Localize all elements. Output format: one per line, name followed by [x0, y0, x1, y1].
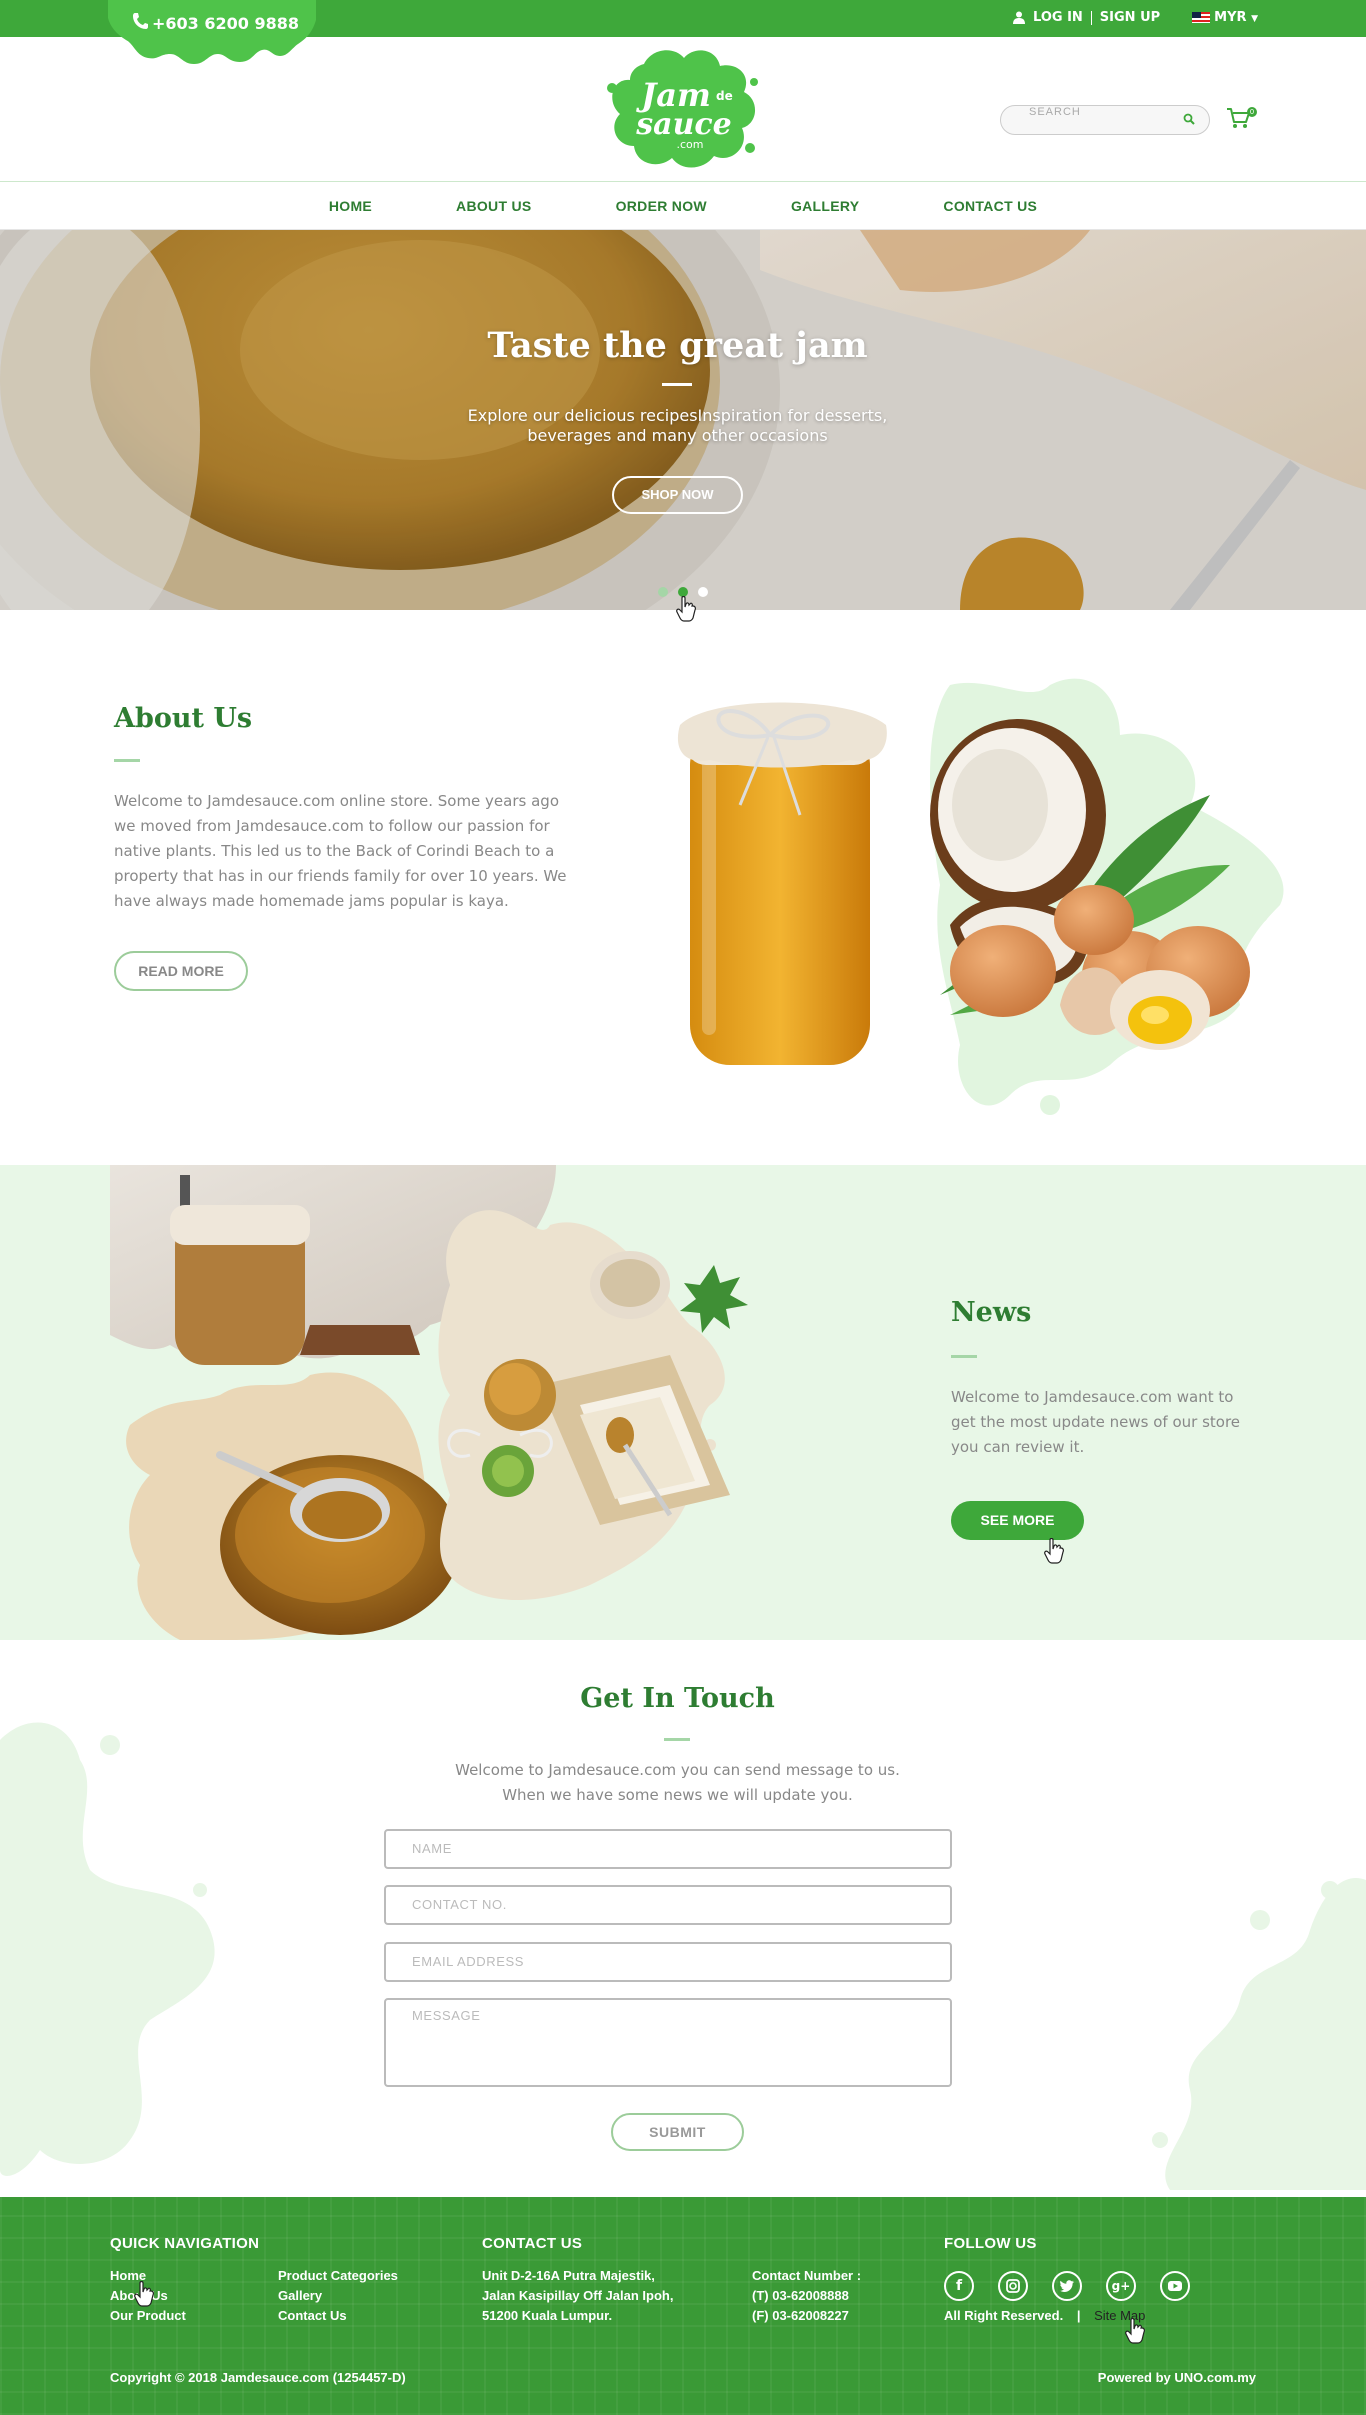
footer-link-contact[interactable]: Contact Us [278, 2306, 347, 2326]
youtube-icon[interactable] [1160, 2271, 1190, 2301]
shop-now-button[interactable]: SHOP NOW [612, 476, 743, 514]
malaysia-flag-icon [1192, 12, 1211, 23]
footer-nav-title: QUICK NAVIGATION [110, 2235, 260, 2252]
nav-contact-us[interactable]: CONTACT US [943, 198, 1037, 214]
submit-button[interactable]: SUBMIT [611, 2113, 744, 2151]
slider-dot-3[interactable] [698, 587, 708, 597]
google-plus-icon[interactable]: g+ [1106, 2271, 1136, 2301]
contact-divider [664, 1738, 690, 1741]
about-divider [114, 759, 140, 762]
footer-link-product[interactable]: Our Product [110, 2306, 186, 2326]
phone-icon [133, 13, 148, 29]
about-image [677, 678, 1284, 1115]
phone-number[interactable]: +603 6200 9888 [152, 14, 299, 33]
contact-text-line1: Welcome to Jamdesauce.com you can send m… [455, 1761, 900, 1779]
footer-contact-title: CONTACT US [482, 2235, 583, 2252]
hero-subtitle: Explore our delicious recipesInspiration… [0, 406, 1355, 446]
rights-label: All Right Reserved. [944, 2308, 1064, 2323]
search-icon[interactable] [1183, 113, 1195, 125]
svg-text:.com: .com [677, 138, 704, 151]
login-link[interactable]: LOG IN [1033, 10, 1083, 25]
hero-title: Taste the great jam [487, 325, 868, 366]
footer-link-gallery[interactable]: Gallery [278, 2286, 322, 2306]
news-divider [951, 1355, 977, 1358]
cart-count-badge: 0 [1247, 107, 1257, 117]
email-input[interactable]: EMAIL ADDRESS [384, 1942, 952, 1982]
instagram-icon[interactable] [998, 2271, 1028, 2301]
footer-fax: (F) 03-62008227 [752, 2308, 849, 2323]
about-text: Welcome to Jamdesauce.com online store. … [114, 792, 567, 910]
facebook-icon[interactable]: f [944, 2271, 974, 2301]
account-menu: LOG IN SIGN UP MYR ▼ [1013, 10, 1258, 25]
contact-number-input[interactable]: CONTACT NO. [384, 1885, 952, 1925]
read-more-button[interactable]: READ MORE [114, 951, 248, 991]
hand-cursor-icon [676, 596, 696, 622]
contact-text-line2: When we have some news we will update yo… [502, 1786, 853, 1804]
rights-text: All Right Reserved. | Site Map [944, 2308, 1146, 2323]
footer-link-categories[interactable]: Product Categories [278, 2266, 398, 2286]
slider-dot-1[interactable] [658, 587, 668, 597]
nav-home[interactable]: HOME [329, 198, 372, 214]
footer-follow-title: FOLLOW US [944, 2235, 1037, 2252]
see-more-button[interactable]: SEE MORE [951, 1501, 1084, 1540]
hand-cursor-icon [1125, 2318, 1145, 2344]
nav-about-us[interactable]: ABOUT US [456, 198, 532, 214]
user-icon [1013, 11, 1025, 24]
hero-divider [662, 383, 692, 386]
search-input[interactable]: SEARCH [1000, 105, 1210, 135]
contact-title: Get In Touch [580, 1683, 775, 1714]
news-title: News [951, 1297, 1032, 1328]
hand-cursor-icon [134, 2281, 154, 2307]
hero-subtitle-line2: beverages and many other occasions [527, 426, 828, 445]
footer-phone[interactable]: (T) 03-62008888 [752, 2286, 849, 2306]
about-title: About Us [114, 703, 253, 734]
footer-address-line2: Jalan Kasipillay Off Jalan Ipoh, [482, 2288, 674, 2303]
copyright: Copyright © 2018 Jamdesauce.com (1254457… [110, 2370, 406, 2385]
currency-selector[interactable]: MYR ▼ [1192, 10, 1258, 25]
footer-contact-label: Contact Number : [752, 2268, 862, 2283]
footer-address-line1: Unit D-2-16A Putra Majestik, [482, 2268, 655, 2283]
social-links: f g+ [944, 2271, 1190, 2301]
hero-subtitle-line1: Explore our delicious recipesInspiration… [467, 406, 888, 425]
logo[interactable]: Jam de sauce .com [604, 44, 762, 174]
nav-gallery[interactable]: GALLERY [791, 198, 859, 214]
twitter-icon[interactable] [1052, 2271, 1082, 2301]
main-nav: HOME ABOUT US ORDER NOW GALLERY CONTACT … [0, 182, 1366, 230]
hand-cursor-icon [1044, 1538, 1064, 1564]
currency-label: MYR [1214, 10, 1247, 25]
caret-down-icon: ▼ [1251, 14, 1258, 24]
decor-splash-right [1152, 1878, 1366, 2190]
contact-text: Welcome to Jamdesauce.com you can send m… [0, 1758, 1355, 1808]
news-text: Welcome to Jamdesauce.com want to get th… [951, 1388, 1241, 1456]
signup-link[interactable]: SIGN UP [1100, 10, 1160, 25]
svg-text:de: de [716, 89, 733, 103]
message-textarea[interactable]: MESSAGE [384, 1998, 952, 2087]
powered-by[interactable]: Powered by UNO.com.my [1098, 2368, 1256, 2388]
footer-address-line3: 51200 Kuala Lumpur. [482, 2308, 613, 2323]
name-input[interactable]: NAME [384, 1829, 952, 1869]
nav-order-now[interactable]: ORDER NOW [616, 198, 707, 214]
divider [1090, 10, 1092, 25]
svg-text:sauce: sauce [635, 107, 732, 142]
news-collage-image [110, 1165, 748, 1640]
